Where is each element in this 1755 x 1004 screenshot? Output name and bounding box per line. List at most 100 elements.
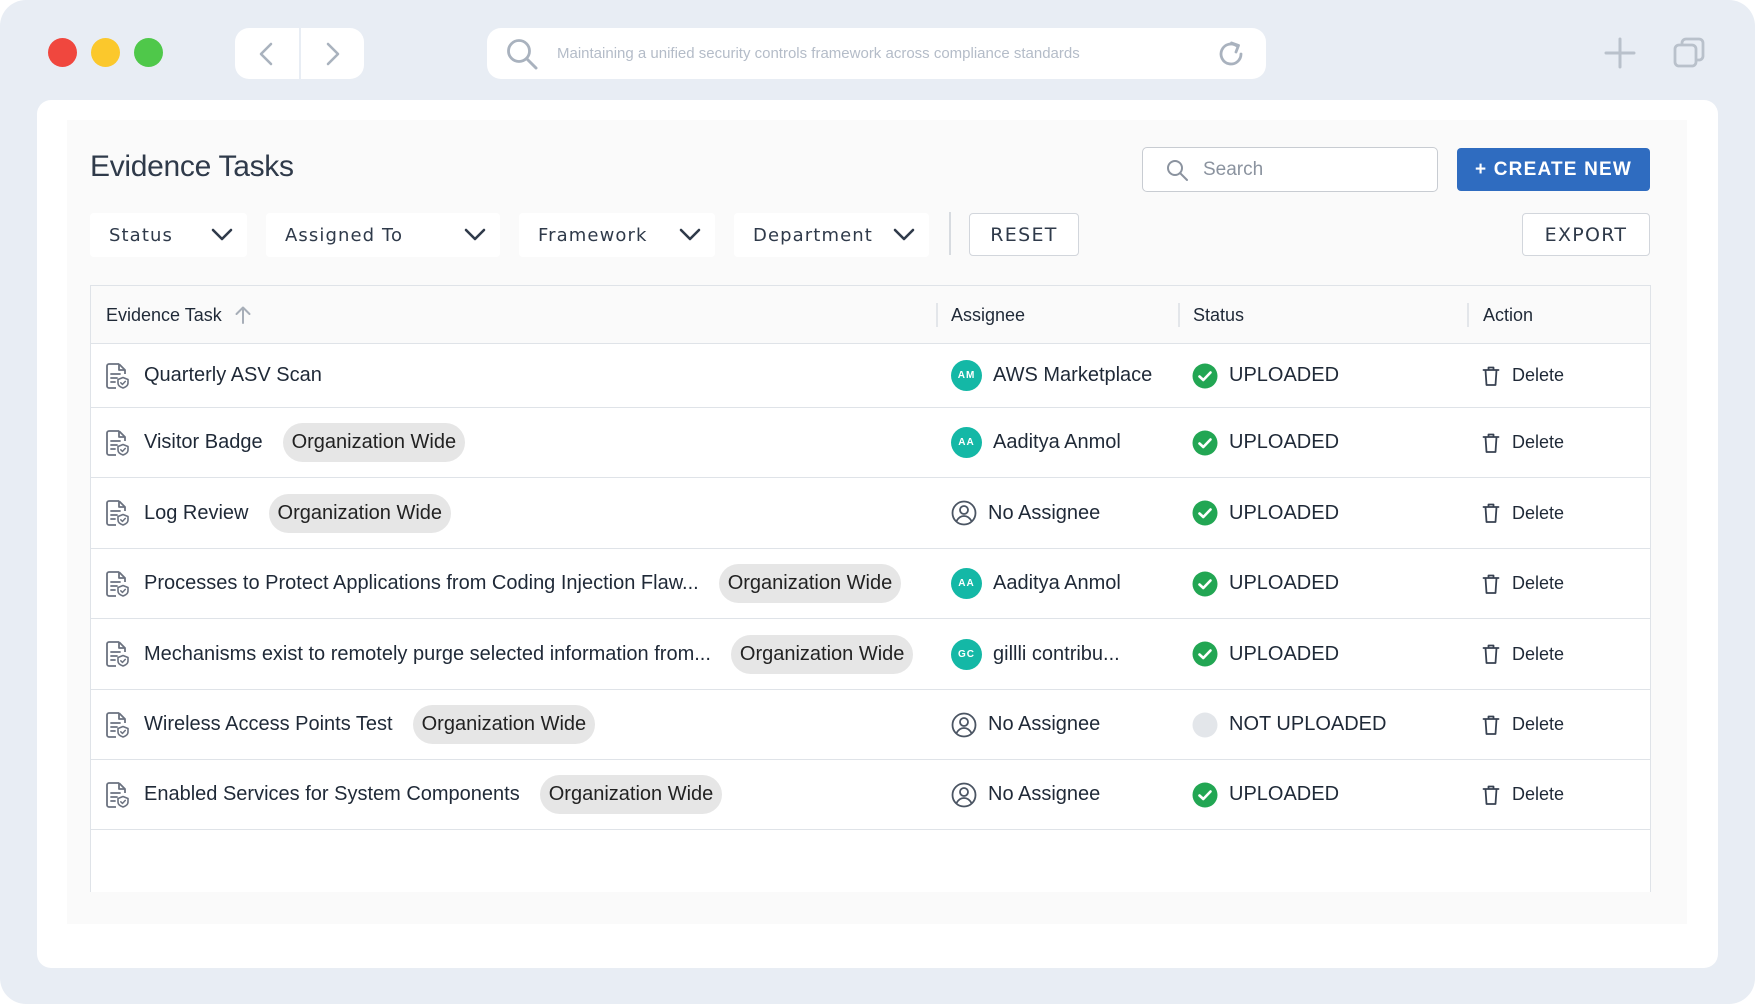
status-check-icon [1192,363,1218,389]
table-row[interactable]: Mechanisms exist to remotely purge selec… [91,619,1650,690]
delete-label: Delete [1512,784,1565,804]
minimize-window-button[interactable] [91,38,120,67]
table-row[interactable]: Quarterly ASV Scan AM AWS Marketplace UP… [91,344,1650,408]
table-row[interactable]: Processes to Protect Applications from C… [91,549,1650,619]
trash-icon [1482,365,1500,387]
avatar: AA [951,427,982,458]
reset-button[interactable]: RESET [969,213,1079,256]
scope-tag: Organization Wide [412,705,596,744]
delete-button[interactable]: Delete [1482,619,1564,689]
delete-button[interactable]: Delete [1482,344,1564,407]
tabs-icon[interactable] [1672,36,1706,70]
evidence-document-icon [104,781,130,809]
framework-filter-label: Framework [538,224,648,246]
trash-icon [1482,784,1500,806]
search-input[interactable] [1203,158,1403,181]
trash-icon [1482,573,1500,595]
evidence-document-icon [104,499,130,527]
delete-button[interactable]: Delete [1482,760,1564,829]
evidence-document-icon [104,570,130,598]
assignee-cell[interactable]: No Assignee [951,690,1100,759]
create-new-button[interactable]: + CREATE NEW [1457,148,1650,191]
chevron-down-icon [679,228,701,241]
search-icon [507,38,538,69]
table-header: Evidence Task Assignee Status Action [91,286,1650,344]
column-header-status[interactable]: Status [1193,286,1244,344]
forward-button[interactable] [301,28,365,79]
status-cell: UPLOADED [1192,760,1339,829]
trash-icon [1482,502,1500,524]
chevron-down-icon [211,228,233,241]
page-title: Evidence Tasks [90,150,294,183]
export-button[interactable]: EXPORT [1522,213,1650,256]
assignee-cell[interactable]: AA Aaditya Anmol [951,549,1121,618]
table-row[interactable]: Wireless Access Points Test Organization… [91,690,1650,760]
task-name[interactable]: Enabled Services for System Components [144,783,520,806]
close-window-button[interactable] [48,38,77,67]
assignee-name: No Assignee [988,713,1101,735]
evidence-document-icon [104,711,130,739]
status-text: UPLOADED [1229,783,1340,805]
assigned-to-filter[interactable]: Assigned To [266,213,500,257]
trash-icon [1482,714,1500,736]
column-header-assignee[interactable]: Assignee [951,286,1025,344]
task-name[interactable]: Quarterly ASV Scan [144,364,322,387]
status-check-icon [1192,571,1218,597]
new-tab-icon[interactable] [1603,36,1637,70]
table-row[interactable]: Enabled Services for System Components O… [91,760,1650,830]
evidence-document-icon [104,429,130,457]
delete-label: Delete [1512,714,1565,734]
user-circle-icon [951,782,977,808]
assignee-name: No Assignee [988,783,1101,805]
column-header-task-label: Evidence Task [106,304,222,325]
department-filter-label: Department [753,224,873,246]
status-check-icon [1192,641,1218,667]
status-text: UPLOADED [1229,501,1340,524]
scope-tag: Organization Wide [539,775,723,814]
assignee-cell[interactable]: GC gillli contribu... [951,619,1120,689]
assignee-cell[interactable]: AM AWS Marketplace [951,344,1152,407]
task-name[interactable]: Processes to Protect Applications from C… [144,572,699,595]
reload-icon[interactable] [1216,39,1246,69]
maximize-window-button[interactable] [134,38,163,67]
evidence-table: Evidence Task Assignee Status Action Qua… [90,285,1651,892]
search-box[interactable] [1142,147,1438,192]
framework-filter[interactable]: Framework [519,213,715,257]
status-filter[interactable]: Status [90,213,247,257]
avatar: AM [951,360,982,391]
assigned-to-filter-label: Assigned To [285,224,404,246]
column-header-task[interactable]: Evidence Task [106,286,252,344]
table-body: Quarterly ASV Scan AM AWS Marketplace UP… [91,344,1650,830]
evidence-document-icon [104,362,130,390]
task-name[interactable]: Visitor Badge [144,431,263,454]
status-check-icon [1192,782,1218,808]
column-header-action: Action [1483,304,1534,325]
avatar: AA [951,568,982,599]
assignee-cell[interactable]: No Assignee [951,760,1100,829]
delete-button[interactable]: Delete [1482,690,1564,759]
delete-button[interactable]: Delete [1482,478,1564,548]
assignee-cell[interactable]: AA Aaditya Anmol [951,408,1121,477]
delete-label: Delete [1512,432,1565,452]
table-row[interactable]: Visitor Badge Organization Wide AA Aadit… [91,408,1650,478]
task-name[interactable]: Log Review [144,502,249,525]
task-cell: Quarterly ASV Scan [104,344,322,407]
delete-button[interactable]: Delete [1482,549,1564,618]
table-row[interactable]: Log Review Organization Wide No Assignee… [91,478,1650,549]
scope-tag: Organization Wide [718,564,902,603]
scope-tag: Organization Wide [730,634,914,674]
department-filter[interactable]: Department [734,213,929,257]
address-bar[interactable]: Maintaining a unified security controls … [487,28,1266,79]
sort-up-icon[interactable] [234,305,252,325]
address-text[interactable]: Maintaining a unified security controls … [557,45,1216,62]
assignee-cell[interactable]: No Assignee [951,478,1100,548]
status-text: UPLOADED [1229,431,1340,453]
status-check-icon [1192,430,1218,456]
status-text: UPLOADED [1229,642,1340,665]
task-name[interactable]: Mechanisms exist to remotely purge selec… [144,643,711,666]
delete-button[interactable]: Delete [1482,408,1564,477]
task-name[interactable]: Wireless Access Points Test [144,713,393,736]
back-button[interactable] [235,28,299,79]
forward-icon [326,42,340,65]
task-cell: Processes to Protect Applications from C… [104,549,902,618]
